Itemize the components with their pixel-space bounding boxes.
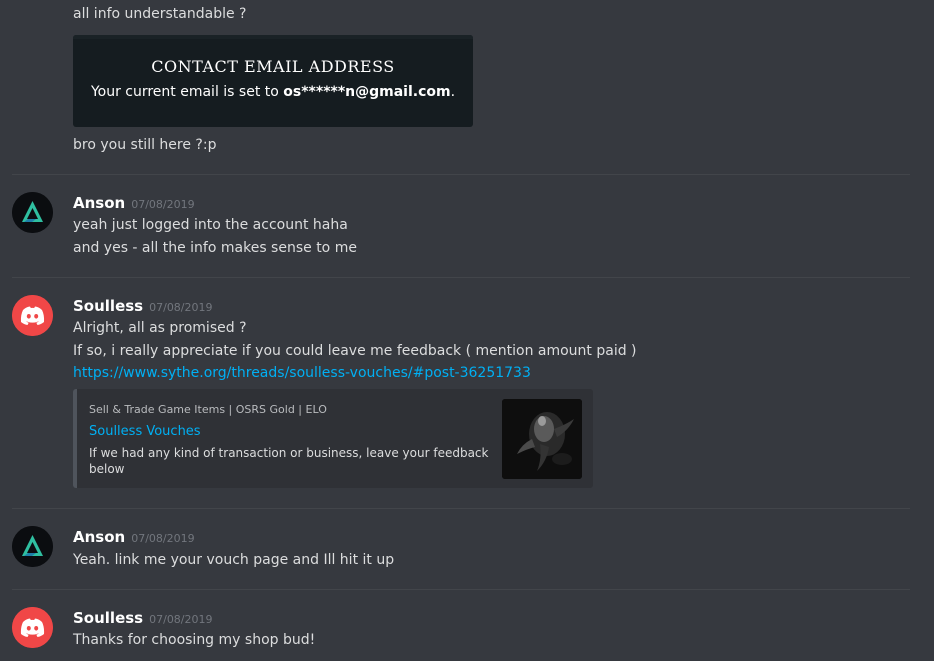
email-heading: CONTACT EMAIL ADDRESS: [151, 57, 395, 76]
username-soulless[interactable]: Soulless 07/08/2019: [73, 609, 213, 629]
triangle-logo-icon: [12, 192, 53, 233]
email-suffix: .: [450, 84, 456, 100]
message-divider: [12, 174, 910, 175]
avatar-anson[interactable]: [12, 526, 53, 567]
message-text: Yeah. link me your vouch page and Ill hi…: [73, 552, 395, 568]
timestamp: 07/08/2019: [131, 532, 195, 545]
embed-title-link[interactable]: Soulless Vouches: [89, 424, 201, 439]
embed-provider[interactable]: Sell & Trade Game Items | OSRS Gold | EL…: [89, 403, 327, 416]
vouch-link[interactable]: https://www.sythe.org/threads/soulless-v…: [73, 365, 531, 381]
chat-messages: all info understandable ? CONTACT EMAIL …: [0, 0, 934, 661]
message-text: all info understandable ?: [73, 6, 247, 22]
username-text[interactable]: Anson: [73, 194, 125, 212]
triangle-logo-icon: [12, 526, 53, 567]
smoke-figure-thumbnail-icon: [502, 399, 582, 479]
message-divider: [12, 589, 910, 590]
avatar-anson[interactable]: [12, 192, 53, 233]
message-text: Thanks for choosing my shop bud!: [73, 632, 316, 648]
message-text: Alright, all as promised ?: [73, 320, 247, 336]
username-soulless[interactable]: Soulless 07/08/2019: [73, 297, 213, 317]
image-top-edge: [73, 35, 473, 39]
email-screenshot-attachment[interactable]: CONTACT EMAIL ADDRESS Your current email…: [73, 35, 473, 127]
message-text: If so, i really appreciate if you could …: [73, 343, 637, 359]
message-text: bro you still here ?:p: [73, 137, 217, 153]
message-text: and yes - all the info makes sense to me: [73, 240, 357, 256]
message-divider: [12, 277, 910, 278]
avatar-soulless[interactable]: [12, 607, 53, 648]
email-prefix: Your current email is set to: [90, 84, 284, 100]
username-text[interactable]: Anson: [73, 528, 125, 546]
email-line: Your current email is set to os******n@g…: [73, 84, 473, 100]
username-anson[interactable]: Anson 07/08/2019: [73, 528, 195, 548]
timestamp: 07/08/2019: [149, 301, 213, 314]
avatar-soulless[interactable]: [12, 295, 53, 336]
message-link-line: https://www.sythe.org/threads/soulless-v…: [73, 364, 531, 382]
timestamp: 07/08/2019: [149, 613, 213, 626]
message-divider: [12, 508, 910, 509]
embed-description: If we had any kind of transaction or bus…: [89, 446, 489, 476]
link-embed: Sell & Trade Game Items | OSRS Gold | EL…: [73, 389, 593, 488]
discord-logo-icon: [12, 607, 53, 648]
embed-thumbnail[interactable]: [502, 399, 582, 479]
username-anson[interactable]: Anson 07/08/2019: [73, 194, 195, 214]
message-text: yeah just logged into the account haha: [73, 217, 348, 233]
discord-logo-icon: [12, 295, 53, 336]
username-text[interactable]: Soulless: [73, 297, 143, 315]
email-address: os******n@gmail.com: [283, 84, 451, 100]
username-text[interactable]: Soulless: [73, 609, 143, 627]
timestamp: 07/08/2019: [131, 198, 195, 211]
